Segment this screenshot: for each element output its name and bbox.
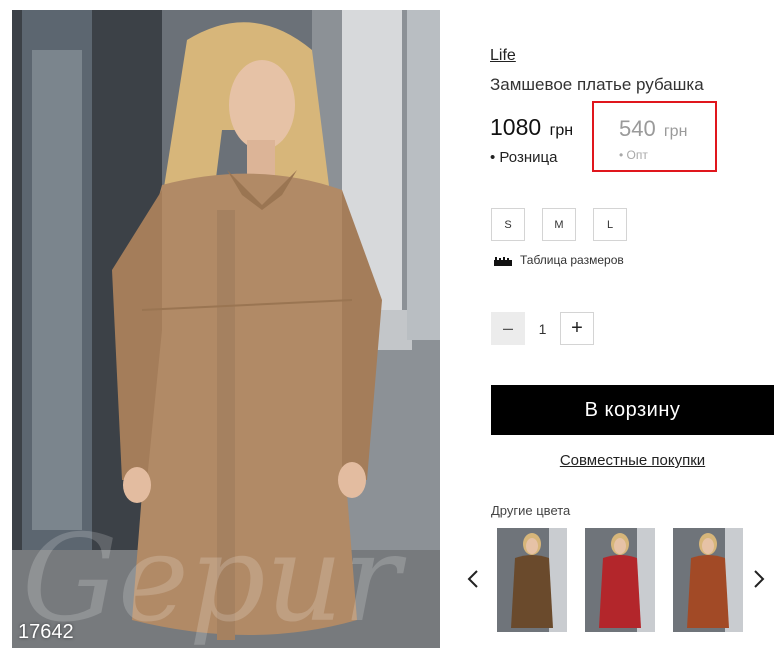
quantity-increase-button[interactable]: + bbox=[560, 312, 594, 345]
retail-price-value: 1080 bbox=[490, 114, 542, 140]
product-sku: 17642 bbox=[18, 621, 74, 643]
color-thumbnail-red[interactable] bbox=[585, 528, 655, 632]
add-to-cart-button[interactable]: В корзину bbox=[491, 385, 774, 435]
wholesale-price: 540 грн bbox=[619, 116, 715, 142]
size-option-s[interactable]: S bbox=[491, 208, 525, 241]
other-colors-heading: Другие цвета bbox=[491, 503, 571, 518]
wholesale-price-label: • Опт bbox=[619, 148, 648, 162]
wholesale-price-currency: грн bbox=[663, 123, 688, 140]
color-thumbnail-brown[interactable] bbox=[497, 528, 567, 632]
color-thumbnail-rust[interactable] bbox=[673, 528, 743, 632]
wholesale-price-value: 540 bbox=[619, 116, 656, 141]
retail-price-currency: грн bbox=[549, 122, 574, 139]
color-thumbnails bbox=[497, 528, 743, 632]
ruler-icon bbox=[494, 255, 512, 266]
size-table-label: Таблица размеров bbox=[520, 253, 624, 267]
size-option-l[interactable]: L bbox=[593, 208, 627, 241]
carousel-prev-button[interactable] bbox=[465, 566, 481, 592]
wholesale-price-block: 540 грн • Опт bbox=[592, 101, 717, 172]
quantity-stepper: – 1 + bbox=[491, 312, 594, 345]
size-option-m[interactable]: M bbox=[542, 208, 576, 241]
quantity-value[interactable]: 1 bbox=[525, 321, 560, 337]
joint-purchase-link[interactable]: Совместные покупки bbox=[491, 452, 774, 469]
product-photo[interactable]: Gepur 17642 bbox=[12, 10, 440, 648]
size-table-link[interactable]: Таблица размеров bbox=[494, 253, 624, 267]
product-title: Замшевое платье рубашка bbox=[490, 75, 704, 94]
retail-price-block: 1080 грн • Розница bbox=[490, 114, 590, 166]
retail-price-label: • Розница bbox=[490, 149, 558, 166]
quantity-decrease-button[interactable]: – bbox=[491, 312, 525, 345]
chevron-left-icon bbox=[467, 570, 478, 588]
size-selector: S M L bbox=[491, 208, 627, 241]
chevron-right-icon bbox=[754, 570, 765, 588]
retail-price: 1080 грн bbox=[490, 114, 590, 141]
brand-link[interactable]: Life bbox=[490, 47, 516, 65]
product-photo-illustration: Gepur bbox=[12, 10, 440, 648]
carousel-next-button[interactable] bbox=[751, 566, 767, 592]
svg-text:Gepur: Gepur bbox=[22, 510, 407, 648]
